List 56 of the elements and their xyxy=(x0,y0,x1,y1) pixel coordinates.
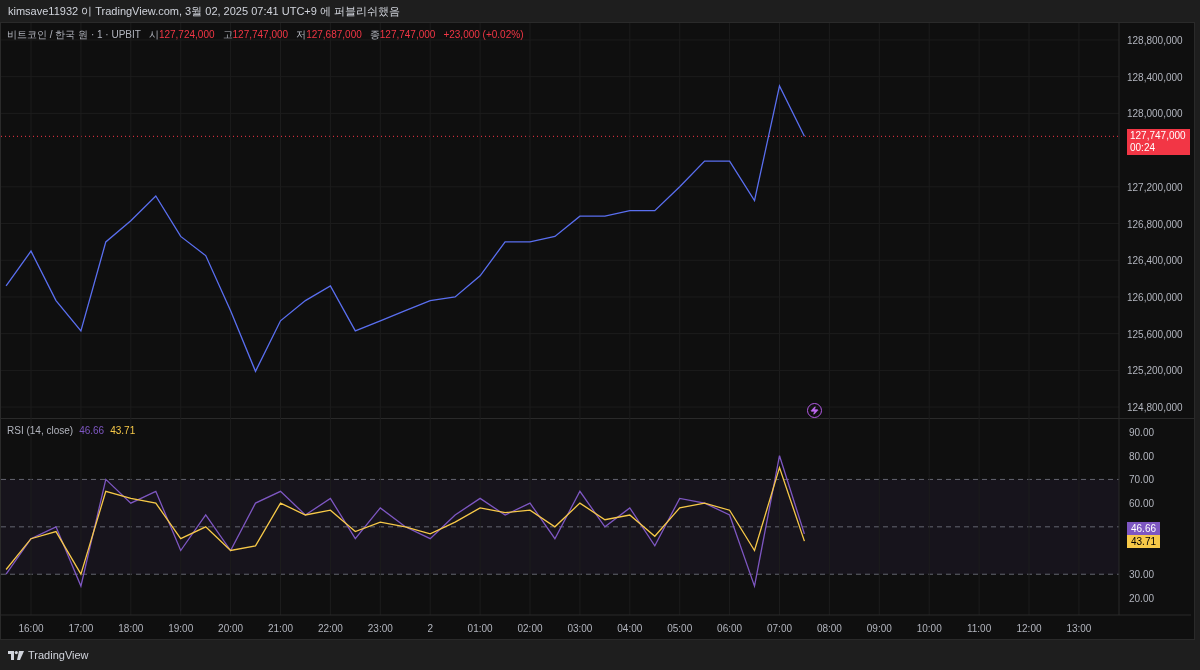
price-axis-label: 127,200,000 xyxy=(1127,181,1183,193)
time-axis-label: 01:00 xyxy=(467,623,493,634)
time-axis-label: 22:00 xyxy=(317,623,343,634)
ohlc-value: 127,747,000 xyxy=(379,28,436,42)
time-axis-label: 03:00 xyxy=(567,623,593,634)
rsi-axis-label: 20.00 xyxy=(1129,592,1155,604)
ohlc-value: 127,747,000 xyxy=(232,28,289,42)
time-axis-label: 07:00 xyxy=(767,623,792,634)
time-axis-label: 13:00 xyxy=(1066,623,1092,634)
ohlc-label: 종 xyxy=(369,28,380,42)
price-axis-label: 125,600,000 xyxy=(1127,328,1183,340)
time-axis-label: 20:00 xyxy=(218,623,244,634)
ohlc-value: 127,724,000 xyxy=(158,28,215,42)
time-axis-label: 11:00 xyxy=(966,623,992,634)
last-price-label: 127,747,000 00:24 xyxy=(1127,129,1190,156)
time-axis-label: 21:00 xyxy=(268,623,293,634)
rsi-axis-label: 90.00 xyxy=(1129,427,1155,439)
time-axis-label: 17:00 xyxy=(68,623,94,634)
rsi-axis-label: 70.00 xyxy=(1129,474,1155,486)
rsi-axis-label: 80.00 xyxy=(1129,450,1155,462)
price-axis-label: 126,000,000 xyxy=(1127,291,1183,303)
price-axis-label: 124,800,000 xyxy=(1127,402,1183,414)
rsi-value-label: 46.66 xyxy=(1127,521,1160,535)
rsi-value: 46.66 xyxy=(79,424,105,438)
time-axis-label: 23:00 xyxy=(367,623,393,634)
rsi-title: RSI (14, close) xyxy=(7,424,74,438)
price-axis-label: 125,200,000 xyxy=(1127,365,1183,377)
publish-info: kimsave11932 이 TradingView.com, 3월 02, 2025 07:41 UTC+9 에 퍼블리쉬했음 xyxy=(8,3,400,19)
time-axis-label: 09:00 xyxy=(866,623,892,634)
price-axis-label: 128,000,000 xyxy=(1127,108,1183,120)
logo-icon xyxy=(8,650,24,660)
rsi-axis-label: 30.00 xyxy=(1129,569,1155,581)
time-axis-label: 10:00 xyxy=(916,623,942,634)
time-axis-label: 04:00 xyxy=(617,623,643,634)
price-axis-label: 126,400,000 xyxy=(1127,255,1183,267)
price-axis-label: 128,400,000 xyxy=(1127,71,1183,83)
ohlc-label: 고 xyxy=(222,28,233,42)
time-axis-label: 18:00 xyxy=(118,623,144,634)
ohlc-label: 시 xyxy=(148,28,159,42)
time-axis-label: 05:00 xyxy=(667,623,693,634)
time-axis-label: 12:00 xyxy=(1016,623,1042,634)
ohlc-value: 127,687,000 xyxy=(306,28,362,42)
price-change: +23,000 (+0.02%) xyxy=(443,28,524,42)
rsi-average-value: 43.71 xyxy=(110,424,136,438)
time-axis-label: 16:00 xyxy=(18,623,44,634)
time-axis-label: 08:00 xyxy=(816,623,842,634)
price-axis-label: 126,800,000 xyxy=(1127,218,1183,230)
time-axis-label: 02:00 xyxy=(517,623,543,634)
time-axis-label: 06:00 xyxy=(717,623,743,634)
price-axis-label: 128,800,000 xyxy=(1127,35,1183,46)
symbol-title: 비트코인 / 한국 원 · 1 · UPBIT xyxy=(7,28,141,42)
ohlc-label: 저 xyxy=(296,28,307,42)
rsi-axis-label: 60.00 xyxy=(1129,498,1155,510)
logo-text: TradingView xyxy=(28,647,89,663)
time-axis-label: 19:00 xyxy=(168,623,194,634)
time-axis-label: 2 xyxy=(427,623,433,634)
